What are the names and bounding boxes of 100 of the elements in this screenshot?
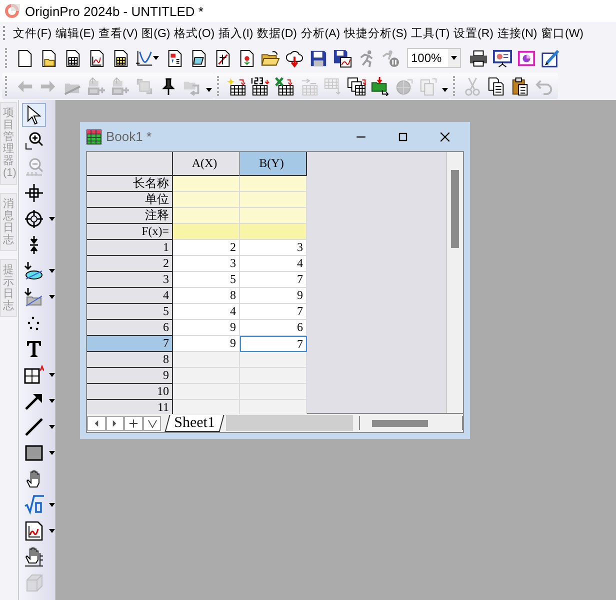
menu-item[interactable]: 数据(D) — [255, 24, 299, 42]
menu-item[interactable]: 快捷分析(S) — [342, 24, 410, 42]
caret-icon[interactable] — [49, 502, 55, 506]
caret-icon[interactable] — [49, 294, 55, 298]
menu-item[interactable]: 连接(N) — [495, 24, 540, 42]
caret-icon[interactable] — [49, 398, 55, 402]
table-cell[interactable]: 3 — [240, 240, 307, 256]
caret-icon[interactable] — [206, 88, 212, 92]
label-cell[interactable] — [173, 224, 240, 240]
layout-grid-icon[interactable] — [22, 362, 46, 386]
row-header[interactable]: 7 — [87, 336, 173, 352]
table-cell[interactable]: 2 — [173, 240, 240, 256]
stacked-tables-icon[interactable] — [346, 76, 366, 96]
table-cell[interactable]: 9 — [173, 320, 240, 336]
hand-ruler-icon[interactable] — [22, 544, 46, 568]
table-cell[interactable]: 5 — [173, 272, 240, 288]
slide-pie-icon[interactable] — [516, 48, 536, 68]
label-cell[interactable] — [240, 176, 307, 192]
copy-icon[interactable] — [486, 76, 506, 96]
row-header[interactable]: 4 — [87, 288, 173, 304]
square-root-icon[interactable] — [22, 492, 46, 516]
row-label: 长名称 — [87, 176, 173, 192]
app-logo-icon — [4, 3, 20, 19]
save-icon[interactable] — [308, 48, 328, 68]
label-cell[interactable] — [173, 176, 240, 192]
caret-icon[interactable] — [442, 88, 448, 92]
label-cell[interactable] — [240, 224, 307, 240]
row-header[interactable]: 5 — [87, 304, 173, 320]
menu-item[interactable]: 设置(R) — [452, 24, 496, 42]
menu-item[interactable]: 格式(O) — [172, 24, 216, 42]
label-cell[interactable] — [173, 192, 240, 208]
table-cell[interactable]: 9 — [173, 336, 240, 352]
vertical-scrollbar[interactable] — [446, 152, 463, 413]
column-header[interactable]: B(Y) — [240, 152, 307, 176]
row-header[interactable]: 3 — [87, 272, 173, 288]
caret-icon[interactable] — [451, 56, 457, 60]
row-header[interactable]: 6 — [87, 320, 173, 336]
label-cell[interactable] — [240, 208, 307, 224]
pointer-icon[interactable] — [22, 102, 46, 126]
folder-import-icon[interactable] — [370, 76, 390, 96]
column-header[interactable]: A(X) — [173, 152, 240, 176]
sparkle-table-icon[interactable] — [226, 76, 246, 96]
row-header[interactable]: 9 — [87, 368, 173, 384]
open-folder-icon[interactable] — [260, 48, 280, 68]
clipboard-icon[interactable] — [510, 76, 530, 96]
table-cell[interactable] — [173, 352, 240, 368]
menu-item[interactable]: 编辑(E) — [53, 24, 97, 42]
numbers-table-icon[interactable] — [250, 76, 270, 96]
table-cell[interactable]: 3 — [173, 256, 240, 272]
paintbrush-frame-icon[interactable] — [540, 48, 560, 68]
row-label: 单位 — [87, 192, 173, 208]
menu-item[interactable]: 查看(V) — [96, 24, 140, 42]
table-cell[interactable] — [173, 384, 240, 400]
horizontal-scrollbar[interactable] — [358, 416, 463, 430]
table-cell[interactable]: 7 — [240, 272, 307, 288]
cloud-download-icon[interactable] — [284, 48, 304, 68]
label-cell[interactable] — [240, 192, 307, 208]
label-cell[interactable] — [173, 208, 240, 224]
plus-icon[interactable] — [126, 416, 140, 430]
excel-table-icon[interactable] — [274, 76, 294, 96]
menu-item[interactable]: 分析(A) — [298, 24, 342, 42]
caret-icon[interactable] — [49, 450, 55, 454]
presentation-board-icon[interactable] — [492, 48, 512, 68]
table-cell[interactable]: 7 — [240, 336, 307, 352]
row-header[interactable]: 2 — [87, 256, 173, 272]
menu-item[interactable]: 工具(T) — [409, 24, 452, 42]
table-cell[interactable] — [240, 352, 307, 368]
table-cell[interactable]: 8 — [173, 288, 240, 304]
sheet-tab[interactable]: Sheet1 — [165, 414, 224, 432]
row-header[interactable]: 1 — [87, 240, 173, 256]
caret-icon[interactable] — [49, 372, 55, 376]
row-header[interactable]: 8 — [87, 352, 173, 368]
window-title: OriginPro 2024b - UNTITLED * — [25, 4, 204, 18]
menu-item[interactable]: 插入(I) — [216, 24, 256, 42]
window-title: Book1 * — [106, 129, 153, 144]
menu-item[interactable]: 图(G) — [140, 24, 172, 42]
table-cell[interactable]: 9 — [240, 288, 307, 304]
caret-icon[interactable] — [49, 268, 55, 272]
curve-icon[interactable] — [134, 48, 154, 68]
table-cell[interactable]: 4 — [173, 304, 240, 320]
save-chart-icon[interactable] — [332, 48, 352, 68]
row-header[interactable]: 10 — [87, 384, 173, 400]
zoom-value: 100% — [411, 51, 442, 65]
table-cell[interactable]: 6 — [240, 320, 307, 336]
table-cell[interactable]: 4 — [240, 256, 307, 272]
row-label: 注释 — [87, 208, 173, 224]
caret-icon[interactable] — [49, 216, 55, 220]
zoom-combo[interactable]: 100% — [407, 48, 461, 68]
caret-icon[interactable] — [49, 424, 55, 428]
table-cell[interactable] — [173, 368, 240, 384]
menu-item[interactable]: 文件(F) — [11, 24, 54, 42]
printer-icon[interactable] — [468, 48, 488, 68]
caret-icon[interactable] — [49, 528, 55, 532]
close-icon[interactable] — [438, 130, 452, 144]
corner-cell[interactable] — [87, 152, 173, 176]
workbook-grid-icon — [86, 128, 102, 144]
caret-icon[interactable] — [153, 56, 159, 60]
menu-item[interactable]: 窗口(W) — [539, 24, 586, 42]
row-label: F(x)= — [87, 224, 173, 240]
table-cell[interactable]: 7 — [240, 304, 307, 320]
